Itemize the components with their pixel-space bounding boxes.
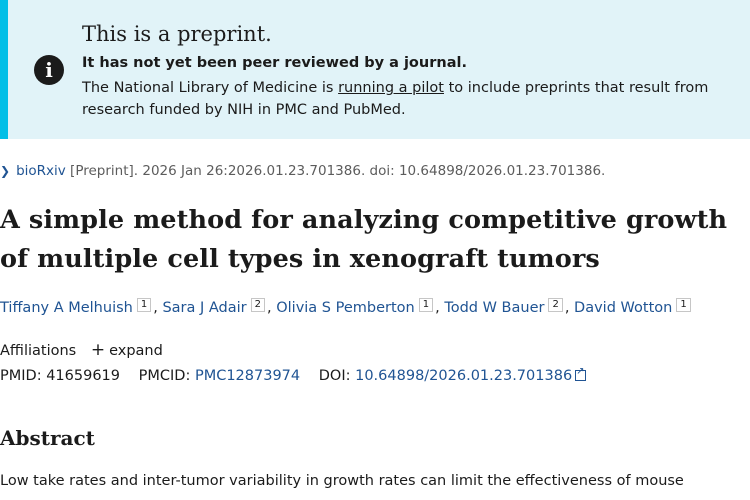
banner-subheading: It has not yet been peer reviewed by a j… [82,55,467,71]
author-link[interactable]: Sara J Adair [162,300,246,316]
abstract-text: Low take rates and inter-tumor variabili… [0,473,684,489]
author-list: Tiffany A Melhuish 1, Sara J Adair 2, Oliv… [0,298,693,317]
doi-link[interactable]: 10.64898/2026.01.23.701386 [355,368,572,384]
author-link[interactable]: Tiffany A Melhuish [0,300,133,316]
info-icon: i [34,55,64,85]
journal-link[interactable]: bioRxiv [16,163,66,179]
affiliation-marker[interactable]: 2 [250,298,265,312]
pmcid-link[interactable]: PMC12873974 [195,368,300,384]
chevron-right-icon: ❯ [0,164,11,178]
affiliations-row: Affiliations + expand [0,340,163,360]
affiliation-marker[interactable]: 1 [676,298,691,312]
pmid-value: 41659619 [46,368,121,384]
affiliation-marker[interactable]: 1 [136,298,152,312]
pmid-label: PMID: [0,368,42,384]
affiliation-marker[interactable]: 2 [548,298,563,312]
author-link[interactable]: David Wotton [574,300,672,316]
author-link[interactable]: Todd W Bauer [444,300,544,316]
citation-text: [Preprint]. 2026 Jan 26:2026.01.23.70138… [65,163,606,179]
preprint-banner: i This is a preprint. It has not yet bee… [0,0,750,139]
affiliations-label: Affiliations [0,343,77,359]
banner-body: The National Library of Medicine is runn… [82,77,742,121]
expand-affiliations-button[interactable]: + expand [90,340,163,360]
identifiers-row: PMID: 41659619 PMCID: PMC12873974 DOI: 1… [0,366,587,384]
plus-icon: + [90,340,106,360]
abstract-heading: Abstract [0,426,95,450]
banner-body-text: The National Library of Medicine is [82,80,339,96]
external-link-icon[interactable] [575,366,587,381]
citation-line: ❯ bioRxiv [Preprint]. 2026 Jan 26:2026.01… [0,163,605,179]
expand-label: expand [109,343,163,359]
banner-heading: This is a preprint. [82,22,272,46]
running-a-pilot-link[interactable]: running a pilot [338,80,444,96]
author-link[interactable]: Olivia S Pemberton [276,300,415,316]
pmcid-label: PMCID: [138,368,191,384]
article-title: A simple method for analyzing competitiv… [0,205,728,274]
doi-label: DOI: [318,368,351,384]
affiliation-marker[interactable]: 1 [418,298,434,312]
